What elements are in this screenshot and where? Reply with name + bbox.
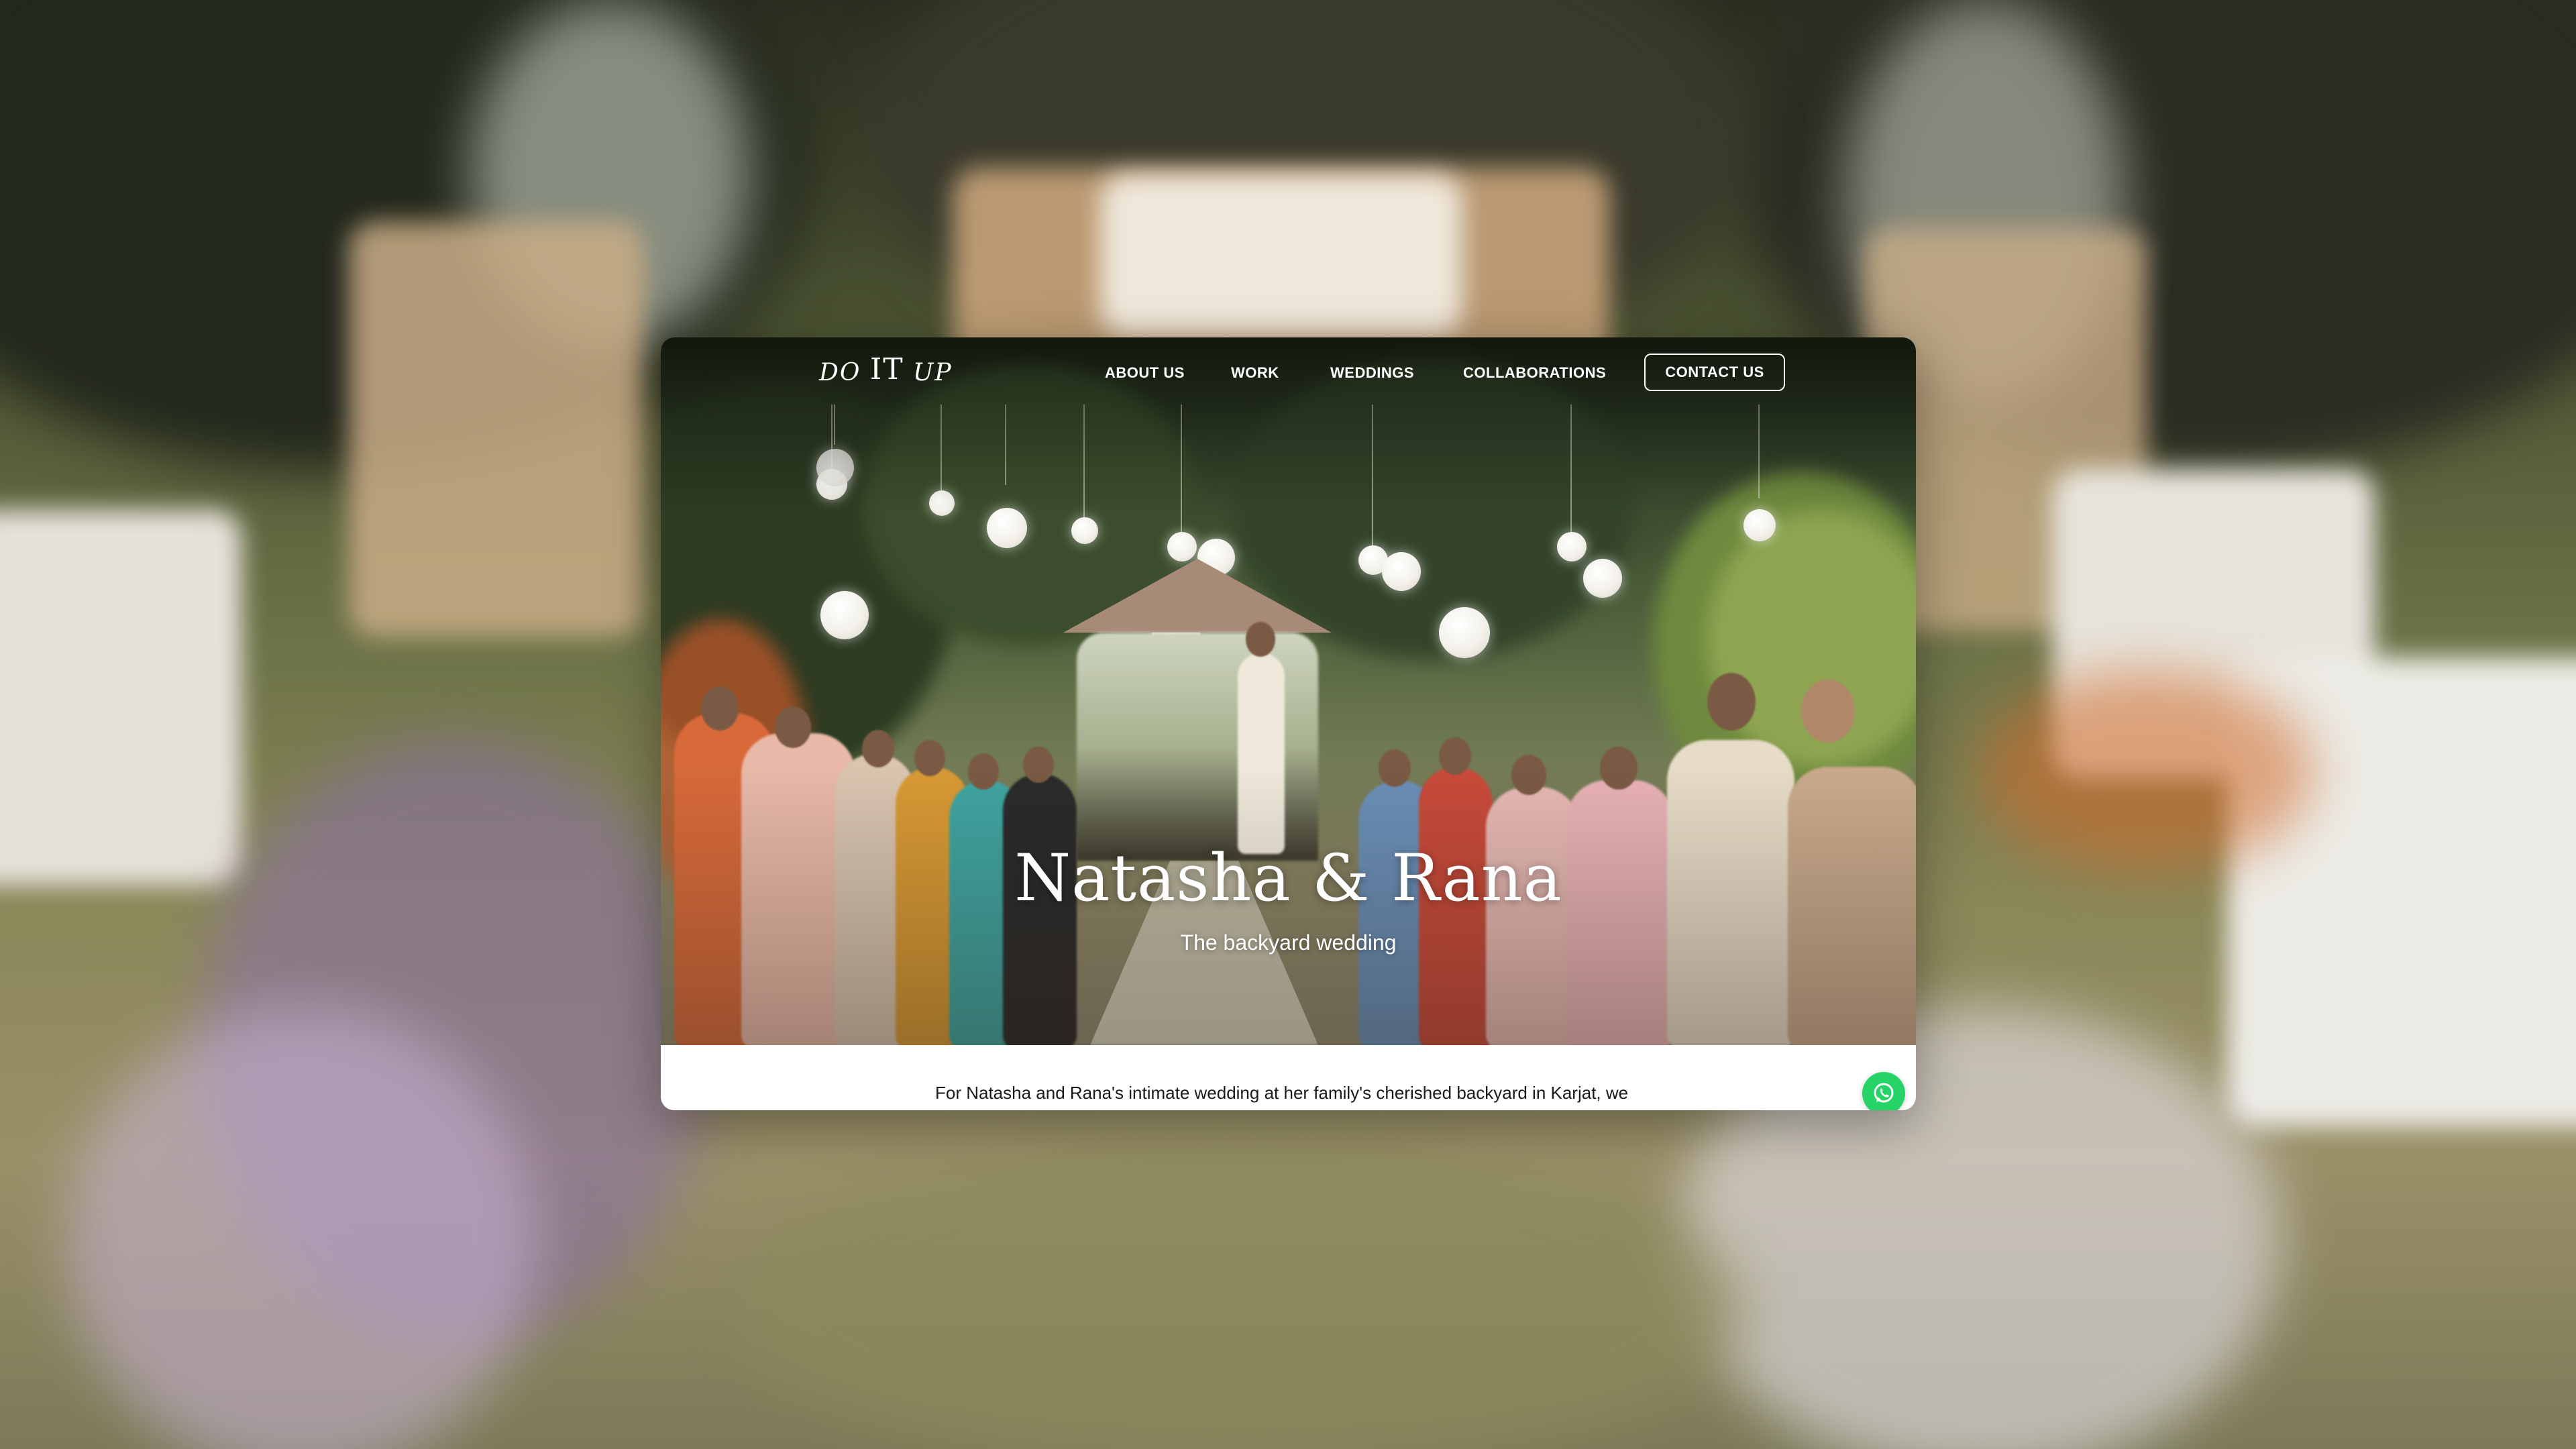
logo-text-mid: IT bbox=[869, 352, 904, 386]
whatsapp-icon bbox=[1874, 1083, 1894, 1103]
nav-work[interactable]: WORK bbox=[1231, 364, 1279, 382]
nav-weddings[interactable]: WEDDINGS bbox=[1330, 364, 1414, 382]
logo-text-left: DO bbox=[819, 359, 861, 386]
hero-image: Natasha & Rana The backyard wedding bbox=[661, 337, 1916, 1045]
nav-about-us[interactable]: ABOUT US bbox=[1105, 364, 1185, 382]
hero-subtitle: The backyard wedding bbox=[1180, 930, 1397, 955]
hero-title: Natasha & Rana bbox=[1014, 841, 1562, 916]
nav-collaborations[interactable]: COLLABORATIONS bbox=[1463, 364, 1606, 382]
contact-us-button[interactable]: CONTACT US bbox=[1644, 354, 1785, 391]
top-nav: DO IT UP ABOUT US WORK WEDDINGS COLLABOR… bbox=[661, 337, 1916, 407]
brand-logo[interactable]: DO IT UP bbox=[819, 352, 953, 388]
gazebo-roof bbox=[1063, 559, 1332, 633]
website-window: Natasha & Rana The backyard wedding DO I… bbox=[661, 337, 1916, 1110]
whatsapp-chat-button[interactable] bbox=[1862, 1072, 1905, 1110]
wedding-description: For Natasha and Rana's intimate wedding … bbox=[935, 1083, 1629, 1103]
logo-text-right: UP bbox=[913, 359, 953, 386]
